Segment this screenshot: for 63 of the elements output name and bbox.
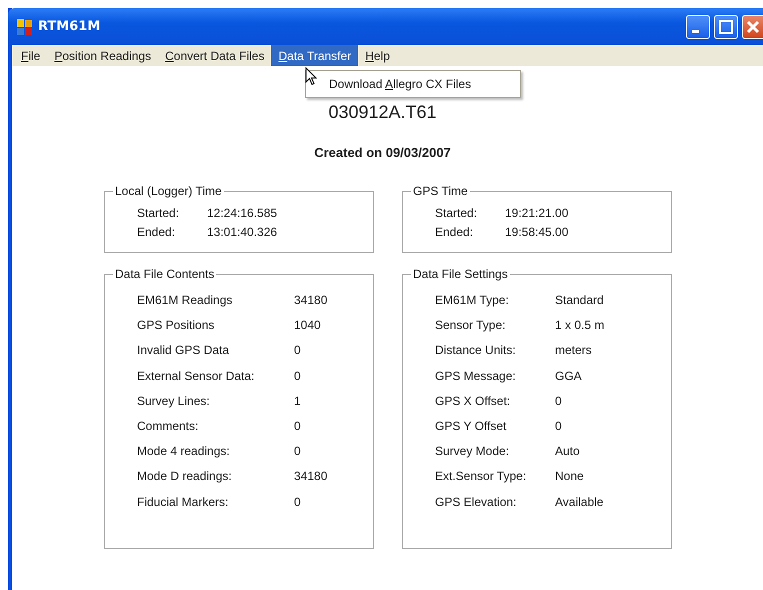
field-label: Comments: <box>137 418 200 435</box>
field-value: 0 <box>294 418 301 435</box>
field-value: Auto <box>555 444 580 460</box>
field-value: 0 <box>294 368 301 385</box>
field-label: Survey Lines: <box>137 394 211 410</box>
maximize-button[interactable] <box>714 14 738 38</box>
maximize-icon <box>719 20 733 34</box>
field-label: GPS Y Offset <box>435 418 508 435</box>
minimize-icon <box>692 30 698 33</box>
field-value: 0 <box>294 444 301 460</box>
field-value: 34180 <box>294 469 328 486</box>
close-icon <box>746 20 760 34</box>
field-value: 0 <box>555 394 562 410</box>
field-label: Ended: <box>137 225 176 241</box>
field-label: GPS X Offset: <box>435 394 512 410</box>
field-value: 12:24:16.585 <box>207 206 278 222</box>
window-title: RTM61M <box>38 19 102 34</box>
created-date: Created on 09/03/2007 <box>313 145 452 160</box>
group-title: Data File Contents <box>114 267 216 281</box>
field-value: Standard <box>555 293 604 309</box>
field-value: Available <box>555 494 604 510</box>
file-name: 030912A.T61 <box>327 102 438 123</box>
group-title: Local (Logger) Time <box>114 184 223 198</box>
menu-item[interactable]: Convert Data Files <box>158 45 272 66</box>
menu-item[interactable]: Data Transfer <box>271 45 358 66</box>
field-label: EM61M Type: <box>435 293 510 309</box>
menu-item[interactable]: Help <box>358 45 397 66</box>
field-label: Started: <box>435 206 478 222</box>
field-value: 0 <box>294 343 301 360</box>
group-title: Data File Settings <box>412 267 509 281</box>
field-label: Invalid GPS Data <box>137 343 230 360</box>
field-label: External Sensor Data: <box>137 368 256 385</box>
field-label: GPS Elevation: <box>435 494 518 510</box>
field-value: 0 <box>555 418 562 435</box>
field-label: GPS Positions <box>137 318 216 334</box>
field-label: Mode D readings: <box>137 469 233 486</box>
field-value: 1 x 0.5 m <box>555 318 604 334</box>
field-label: Survey Mode: <box>435 444 510 460</box>
field-value: 19:21:21.00 <box>505 206 568 222</box>
menu-item[interactable]: Position Readings <box>47 45 158 66</box>
field-value: 1040 <box>294 318 321 334</box>
minimize-button[interactable] <box>686 14 710 38</box>
field-value: meters <box>555 343 592 360</box>
field-value: None <box>555 469 584 486</box>
close-button[interactable] <box>742 14 763 38</box>
field-label: Ended: <box>435 225 474 241</box>
field-value: 0 <box>294 494 301 510</box>
app-icon <box>16 18 34 36</box>
field-value: 13:01:40.326 <box>207 225 278 241</box>
field-label: Ext.Sensor Type: <box>435 469 528 486</box>
field-label: Started: <box>137 206 180 222</box>
field-label: Distance Units: <box>435 343 517 360</box>
field-label: EM61M Readings <box>137 293 234 309</box>
field-label: GPS Message: <box>435 368 517 385</box>
field-value: 1 <box>294 394 301 410</box>
menu-item[interactable]: File <box>14 45 48 66</box>
field-value: GGA <box>555 368 582 385</box>
field-label: Mode 4 readings: <box>137 444 231 460</box>
field-value: 19:58:45.00 <box>505 225 568 241</box>
field-label: Sensor Type: <box>435 318 506 334</box>
field-label: Fiducial Markers: <box>137 494 230 510</box>
group-title: GPS Time <box>412 184 469 198</box>
field-value: 34180 <box>294 293 328 309</box>
